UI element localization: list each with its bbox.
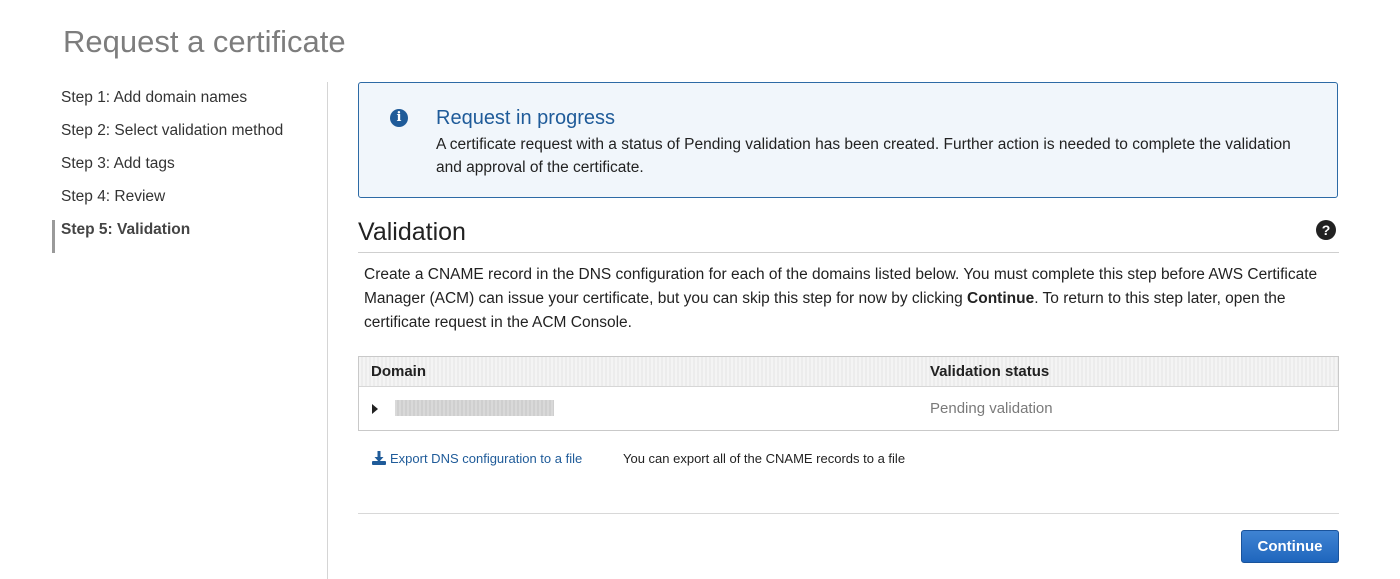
column-header-domain: Domain <box>371 363 427 380</box>
section-divider <box>358 252 1339 253</box>
footer-divider <box>358 513 1339 514</box>
step-2-link[interactable]: Step 2: Select validation method <box>52 121 322 154</box>
nav-divider <box>327 82 328 579</box>
expand-caret-icon[interactable] <box>372 404 378 414</box>
step-4-link[interactable]: Step 4: Review <box>52 187 322 220</box>
alert-title: Request in progress <box>436 107 615 129</box>
export-note: You can export all of the CNAME records … <box>623 451 906 466</box>
info-alert: i Request in progress A certificate requ… <box>358 82 1338 198</box>
domain-table: Domain Validation status Pending validat… <box>358 356 1339 431</box>
validation-description: Create a CNAME record in the DNS configu… <box>364 263 1339 335</box>
table-header: Domain Validation status <box>359 357 1338 387</box>
column-header-status: Validation status <box>930 363 1050 380</box>
validation-status: Pending validation <box>930 400 1053 417</box>
continue-button[interactable]: Continue <box>1241 530 1339 563</box>
question-icon[interactable]: ? <box>1316 220 1336 240</box>
redacted-domain <box>395 400 554 416</box>
alert-message: A certificate request with a status of P… <box>436 136 1291 176</box>
step-1-link[interactable]: Step 1: Add domain names <box>52 88 322 121</box>
step-3-link[interactable]: Step 3: Add tags <box>52 154 322 187</box>
table-row: Pending validation <box>359 387 1338 432</box>
description-bold: Continue <box>967 290 1035 307</box>
page-title: Request a certificate <box>63 24 346 59</box>
download-icon <box>372 451 386 465</box>
steps-nav: Step 1: Add domain names Step 2: Select … <box>52 88 322 253</box>
info-icon: i <box>390 109 408 127</box>
step-5-link[interactable]: Step 5: Validation <box>52 220 322 253</box>
section-title: Validation <box>358 218 466 246</box>
export-link-label[interactable]: Export DNS configuration to a file <box>390 451 582 466</box>
export-dns-link[interactable]: Export DNS configuration to a file <box>371 450 582 466</box>
